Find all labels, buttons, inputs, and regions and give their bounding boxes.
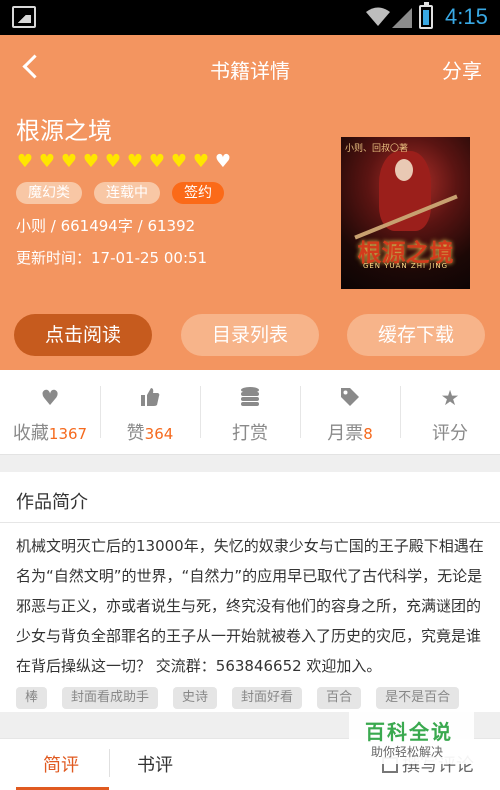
ticket-tag-icon	[300, 386, 400, 410]
star-icon: ♥	[214, 151, 232, 172]
heart-icon: ♥	[40, 386, 60, 410]
favorite-action[interactable]: ♥ 收藏1367	[0, 370, 100, 454]
like-label: 赞	[126, 423, 145, 444]
favorite-label: 收藏	[12, 423, 49, 444]
watermark-main: 百科全说	[365, 720, 453, 744]
summary-card: 作品简介 机械文明灭亡后的13000年，失忆的奴隶少女与亡国的王子殿下相遇在名为…	[0, 472, 500, 712]
monthly-ticket-action[interactable]: 月票8	[300, 370, 400, 454]
tag-genre: 魔幻类	[16, 182, 82, 204]
monthly-ticket-count: 8	[363, 425, 373, 443]
share-button[interactable]: 分享	[442, 55, 482, 84]
coins-icon	[200, 386, 300, 410]
rate-label: 评分	[432, 423, 468, 444]
book-title: 根源之境	[16, 117, 112, 145]
book-header: 书籍详情 分享 根源之境 ♥ ♥ ♥ ♥ ♥ ♥ ♥ ♥ ♥ ♥ 魔幻类 连载中…	[0, 35, 500, 370]
keyword-chip[interactable]: 史诗	[173, 687, 218, 709]
page-title: 书籍详情	[210, 59, 290, 83]
tip-action[interactable]: 打赏	[200, 370, 300, 454]
status-time: 4:15	[445, 4, 488, 29]
like-action[interactable]: 赞364	[100, 370, 200, 454]
like-count: 364	[144, 425, 174, 443]
top-bar: 书籍详情 分享	[0, 35, 500, 97]
battery-icon	[419, 2, 433, 29]
toc-button[interactable]: 目录列表	[181, 314, 319, 356]
cache-download-button[interactable]: 缓存下载	[347, 314, 485, 356]
star-icon: ♥	[38, 151, 56, 172]
keyword-chip[interactable]: 封面好看	[232, 687, 303, 709]
rating-stars: ♥ ♥ ♥ ♥ ♥ ♥ ♥ ♥ ♥ ♥	[14, 152, 234, 172]
rate-action[interactable]: ★ 评分	[400, 370, 500, 454]
star-icon: ♥	[16, 151, 34, 172]
wifi-icon	[366, 7, 390, 26]
cover-pinyin: GEN YUAN ZHI JING	[362, 262, 449, 270]
tip-label: 打赏	[232, 423, 268, 444]
star-icon: ♥	[60, 151, 78, 172]
star-icon: ♥	[192, 151, 210, 172]
monthly-ticket-label: 月票	[327, 423, 364, 444]
watermark-logo: 百科全说 助你轻松解决	[349, 712, 474, 764]
tag-signed: 签约	[172, 182, 224, 204]
favorite-count: 1367	[48, 425, 88, 443]
star-icon: ♥	[104, 151, 122, 172]
update-time: 更新时间：17-01-25 00:51	[16, 249, 208, 267]
summary-text: 机械文明灭亡后的13000年，失忆的奴隶少女与亡国的王子殿下相遇在名为“自然文明…	[16, 537, 484, 675]
star-icon: ♥	[82, 151, 100, 172]
star-icon: ♥	[148, 151, 166, 172]
status-bar: 4:15	[0, 0, 500, 35]
signal-icon	[392, 8, 412, 28]
read-button[interactable]: 点击阅读	[14, 314, 152, 356]
watermark-sub: 助你轻松解决	[371, 745, 444, 759]
action-bar: ♥ 收藏1367 赞364 打赏 月票8 ★ 评分	[0, 370, 500, 455]
star-icon: ♥	[170, 151, 188, 172]
keyword-list: 棒 封面看成助手 史诗 封面好看 百合 是不是百合	[16, 687, 474, 709]
tab-divider	[109, 749, 110, 777]
book-cover[interactable]: 小则、回叔〇著 根源之境 GEN YUAN ZHI JING	[341, 137, 470, 289]
summary-title: 作品简介	[16, 492, 88, 513]
keyword-chip[interactable]: 百合	[317, 687, 362, 709]
tab-short-review[interactable]: 简评	[43, 751, 79, 777]
cover-author: 小则、回叔〇著	[345, 144, 409, 154]
keyword-chip[interactable]: 封面看成助手	[62, 687, 159, 709]
star-icon: ★	[440, 386, 460, 410]
book-meta: 小则 / 661494字 / 61392	[16, 217, 196, 235]
thumbs-up-icon	[100, 386, 200, 410]
book-tags: 魔幻类 连载中 签约	[16, 182, 236, 204]
keyword-chip[interactable]: 棒	[16, 687, 48, 709]
divider	[0, 522, 500, 523]
keyword-chip[interactable]: 是不是百合	[376, 687, 460, 709]
tag-status: 连载中	[94, 182, 160, 204]
gallery-icon	[12, 6, 36, 28]
star-icon: ♥	[126, 151, 144, 172]
cover-figure-face	[395, 159, 413, 181]
tab-book-review[interactable]: 书评	[137, 751, 173, 777]
